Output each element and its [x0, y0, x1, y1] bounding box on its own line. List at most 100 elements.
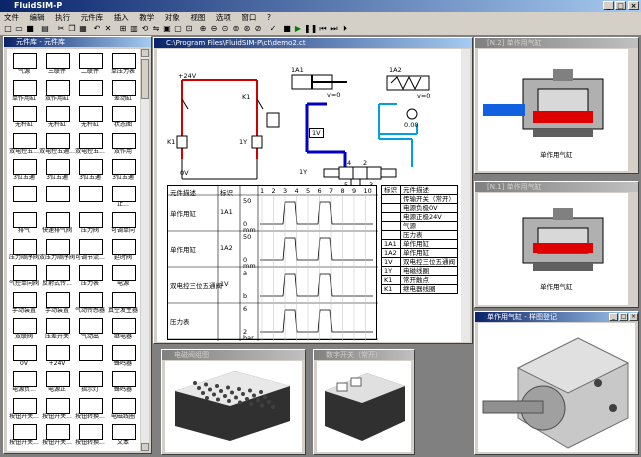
legend-row: 传输开关（常开） [381, 194, 458, 204]
menu-insert[interactable]: 插入 [112, 12, 131, 23]
terminal-port [212, 392, 216, 397]
state-signal-trace [260, 273, 373, 297]
speed-2-label: v=0 [417, 92, 431, 100]
copy-icon[interactable]: ❐ [67, 24, 77, 34]
group-icon[interactable]: ⊡ [184, 24, 194, 34]
library-item-label: 按钮开关... [42, 412, 72, 420]
library-item-label: 3位五通 [13, 174, 35, 181]
component-symbol-icon [79, 265, 103, 281]
menu-teach[interactable]: 教学 [137, 12, 156, 23]
component-symbol-icon [46, 212, 70, 228]
play-icon[interactable]: ▶ [293, 24, 303, 34]
legend-cell [381, 194, 401, 204]
scroll-thumb[interactable] [141, 59, 149, 99]
undo-icon[interactable]: ↶ [92, 24, 102, 34]
component-symbol-icon [46, 265, 70, 281]
end-icon[interactable]: ⏵ [340, 24, 350, 34]
component-symbol-icon [46, 318, 70, 334]
step-back-icon[interactable]: ⏮ [318, 24, 328, 34]
legend-cell: 1A2 [381, 248, 401, 258]
stop-icon[interactable]: ■ [282, 24, 292, 34]
menu-window[interactable]: 窗口 [239, 12, 258, 23]
component-symbol-icon [46, 291, 70, 308]
library-item-label: 气动传感器 [74, 306, 105, 314]
menu-library[interactable]: 元件库 [79, 12, 106, 23]
menu-edit[interactable]: 编辑 [28, 12, 47, 23]
circuit-scrollbar[interactable] [461, 49, 470, 342]
new-file-icon[interactable]: □ [3, 24, 13, 34]
step-forward-icon[interactable]: ⏭ [329, 24, 339, 34]
terminal-port [271, 405, 275, 409]
library-item-label: 可调节流... [75, 253, 105, 261]
menu-view[interactable]: 视图 [188, 12, 207, 23]
terminal-port [226, 385, 230, 390]
front-icon[interactable]: ▣ [162, 24, 172, 34]
legend-cell: 气源 [400, 221, 458, 231]
library-scrollbar[interactable] [141, 49, 149, 451]
library-item[interactable]: 按钮开关... [42, 422, 72, 453]
back-icon[interactable]: ▢ [173, 24, 183, 34]
menu-options[interactable]: 选项 [214, 12, 233, 23]
close-button[interactable]: × [628, 1, 639, 10]
legend-row: 1A2 单作用缸 [381, 248, 458, 258]
cylinder-1a2-label[interactable]: 1A2 [389, 66, 402, 74]
component-symbol-icon [79, 318, 103, 334]
pause-icon[interactable]: ❚❚ [304, 24, 317, 34]
library-item-label: 差动缸 [113, 94, 132, 102]
maximize-button[interactable]: □ [615, 1, 626, 10]
library-item-label: 3位五通 [112, 174, 134, 181]
align-icon[interactable]: ⊞ [118, 24, 128, 34]
legend-cell: 常开触点 [400, 275, 458, 285]
window-close-button[interactable]: × [629, 313, 638, 321]
scroll-down-icon[interactable] [141, 443, 149, 451]
library-item[interactable]: 按钮开关... [9, 422, 39, 453]
valve-1v-label[interactable]: 1V [309, 128, 324, 138]
cylinder-1a1-label[interactable]: 1A1 [291, 66, 304, 74]
library-item[interactable]: 文本 [108, 422, 138, 453]
menu-object[interactable]: 对象 [163, 12, 182, 23]
cut-icon[interactable]: ✂ [56, 24, 66, 34]
zoom-window-icon[interactable]: ⊚ [231, 24, 241, 34]
library-item-label: 快速排气阀 [41, 227, 72, 234]
valve-terminal-photo [165, 361, 302, 452]
toolbar: □ ▭ ■ ▤ ✂ ❐ ▦ ↶ ✕ ⊞ ▥ ⟲ ⇋ ▣ ▢ ⊡ ⊕ ⊖ ⊙ ⊚ … [0, 23, 641, 36]
window-min-button[interactable]: _ [609, 313, 618, 321]
menu-execute[interactable]: 执行 [53, 12, 72, 23]
terminal-port [237, 387, 241, 391]
scroll-up-icon[interactable] [141, 49, 149, 57]
menu-help[interactable]: ? [265, 12, 273, 23]
component-symbol-icon [46, 397, 70, 414]
legend-cell: K1 [381, 284, 401, 294]
zoom-in-icon[interactable]: ⊕ [198, 24, 208, 34]
component-symbol-icon [79, 185, 103, 202]
mirror-icon[interactable]: ⇋ [151, 24, 161, 34]
open-file-icon[interactable]: ▭ [14, 24, 24, 34]
grid-icon[interactable]: ▥ [129, 24, 139, 34]
menu-file[interactable]: 文件 [2, 12, 21, 23]
library-item-label: 蜂鸣器 [113, 359, 132, 367]
paste-icon[interactable]: ▦ [78, 24, 88, 34]
window-max-button[interactable]: □ [619, 313, 628, 321]
component-symbol-icon [46, 159, 70, 175]
print-icon[interactable]: ▤ [40, 24, 50, 34]
check-icon[interactable]: ✓ [268, 24, 278, 34]
delete-icon[interactable]: ✕ [103, 24, 113, 34]
zoom-prev-icon[interactable]: ⊘ [253, 24, 263, 34]
library-item-label: 气控单向阀 [8, 280, 39, 287]
library-item-label: 按钮转换... [75, 439, 105, 446]
zoom-fit-icon[interactable]: ⊙ [220, 24, 230, 34]
library-item[interactable]: 按钮转换... [75, 422, 105, 453]
component-symbol-icon [46, 371, 70, 387]
save-icon[interactable]: ■ [25, 24, 35, 34]
rotate-icon[interactable]: ⟲ [140, 24, 150, 34]
legend-table: 标识 元件描述 传输开关（常开） 电源负极0V 电源正极24V 气源 压力表 1A1 单作用缸 1… [381, 185, 459, 294]
zoom-out-icon[interactable]: ⊖ [209, 24, 219, 34]
circuit-canvas[interactable]: +24V 0V 1A1 1A2 v=0 v=0 1V 1Y K1 1Y K1 0… [157, 49, 461, 342]
minimize-button[interactable]: _ [603, 1, 614, 10]
zoom-all-icon[interactable]: ⊛ [242, 24, 252, 34]
component-symbol-icon [13, 371, 37, 387]
component-symbol-icon [46, 185, 70, 202]
library-item-label: 手动装置 [11, 306, 36, 314]
terminal-port [223, 394, 227, 398]
component-symbol-icon [46, 79, 70, 96]
